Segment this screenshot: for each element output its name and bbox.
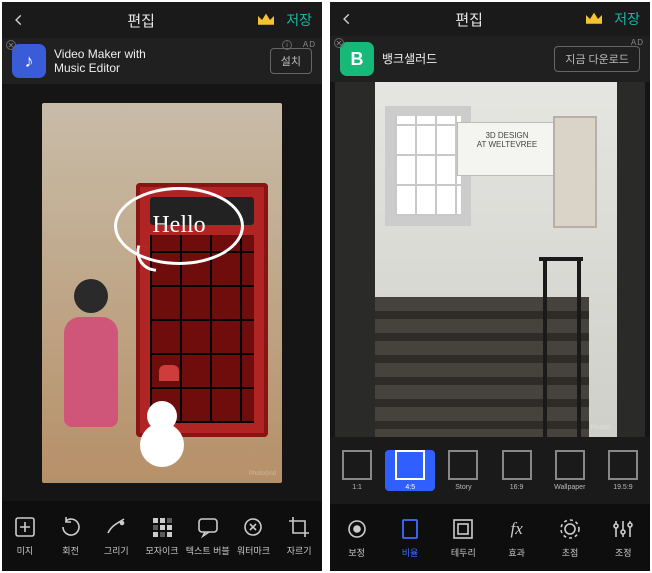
phone-right: 편집 저장 ✕ AD B 뱅크샐러드 지금 다운로드 3D DESIGNAT W… (330, 2, 650, 571)
stairs (375, 297, 589, 437)
watermark: PhotoGrid (249, 471, 276, 477)
topbar: 편집 저장 (330, 2, 650, 36)
ad-app-name: Video Maker with Music Editor (54, 47, 262, 75)
ad-banner[interactable]: ✕ AD i ♪ Video Maker with Music Editor 설… (2, 38, 322, 84)
back-icon[interactable] (12, 13, 26, 27)
person (56, 279, 126, 459)
tool-mosaic[interactable]: 모자이크 (139, 515, 185, 557)
tool-effects[interactable]: fx효과 (490, 517, 543, 559)
ad-app-icon: ♪ (12, 44, 46, 78)
back-icon[interactable] (340, 12, 354, 26)
snowman-sticker (140, 423, 184, 467)
canvas[interactable]: 3D DESIGNAT WELTEVREE PhotoG (330, 82, 650, 437)
phone-left: 편집 저장 ✕ AD i ♪ Video Maker with Music Ed… (2, 2, 322, 571)
tool-image[interactable]: 미지 (2, 515, 48, 557)
edit-toolbar: 미지 회전 그리기 모자이크 텍스트 버블 워터마크 자르기 (2, 501, 322, 571)
crown-icon[interactable] (584, 11, 604, 27)
tool-adjust[interactable]: 보정 (330, 517, 383, 559)
save-button[interactable]: 저장 (614, 9, 640, 29)
aspect-ratio-row: 1:1 4:5 Story 16:9 Wallpaper 19.5:9 (330, 437, 650, 504)
crown-icon[interactable] (256, 12, 276, 28)
tool-border[interactable]: 테두리 (437, 517, 490, 559)
save-button[interactable]: 저장 (286, 10, 312, 30)
ratio-4-5[interactable]: 4:5 (385, 450, 435, 491)
edit-toolbar: 보정 비율 테두리 fx효과 초점 조정 (330, 504, 650, 571)
tool-text-bubble[interactable]: 텍스트 버블 (185, 515, 231, 557)
tool-crop[interactable]: 자르기 (276, 515, 322, 557)
tool-tune[interactable]: 조정 (597, 517, 650, 559)
tool-ratio[interactable]: 비율 (383, 517, 436, 559)
ad-install-button[interactable]: 설치 (270, 48, 312, 74)
ratio-19-5-9[interactable]: 19.5:9 (598, 450, 648, 491)
ad-app-icon: B (340, 42, 374, 76)
tool-draw[interactable]: 그리기 (93, 515, 139, 557)
watermark: PhotoG (591, 425, 611, 431)
ad-tag: AD (631, 38, 644, 47)
ad-app-name: 뱅크샐러드 (382, 52, 546, 66)
wall-sign: 3D DESIGNAT WELTEVREE (457, 122, 557, 176)
tool-rotate[interactable]: 회전 (48, 515, 94, 557)
topbar: 편집 저장 (2, 2, 322, 38)
ad-tag: AD (303, 40, 316, 49)
ad-banner[interactable]: ✕ AD B 뱅크샐러드 지금 다운로드 (330, 36, 650, 82)
tool-watermark[interactable]: 워터마크 (231, 515, 277, 557)
ad-close-icon[interactable]: ✕ (6, 40, 16, 50)
page-title: 편집 (26, 10, 256, 31)
ratio-16-9[interactable]: 16:9 (492, 450, 542, 491)
canvas[interactable]: Hello PhotoGrid (2, 84, 322, 501)
ratio-story[interactable]: Story (438, 450, 488, 491)
speech-bubble: Hello (114, 187, 244, 265)
ratio-1-1[interactable]: 1:1 (332, 450, 382, 491)
tool-focus[interactable]: 초점 (543, 517, 596, 559)
ad-download-button[interactable]: 지금 다운로드 (554, 46, 640, 72)
door (553, 116, 597, 228)
photo: Hello PhotoGrid (42, 103, 282, 483)
page-title: 편집 (354, 9, 584, 30)
photo: 3D DESIGNAT WELTEVREE PhotoG (335, 82, 645, 437)
ratio-wallpaper[interactable]: Wallpaper (545, 450, 595, 491)
ad-info-icon[interactable]: i (282, 40, 292, 50)
